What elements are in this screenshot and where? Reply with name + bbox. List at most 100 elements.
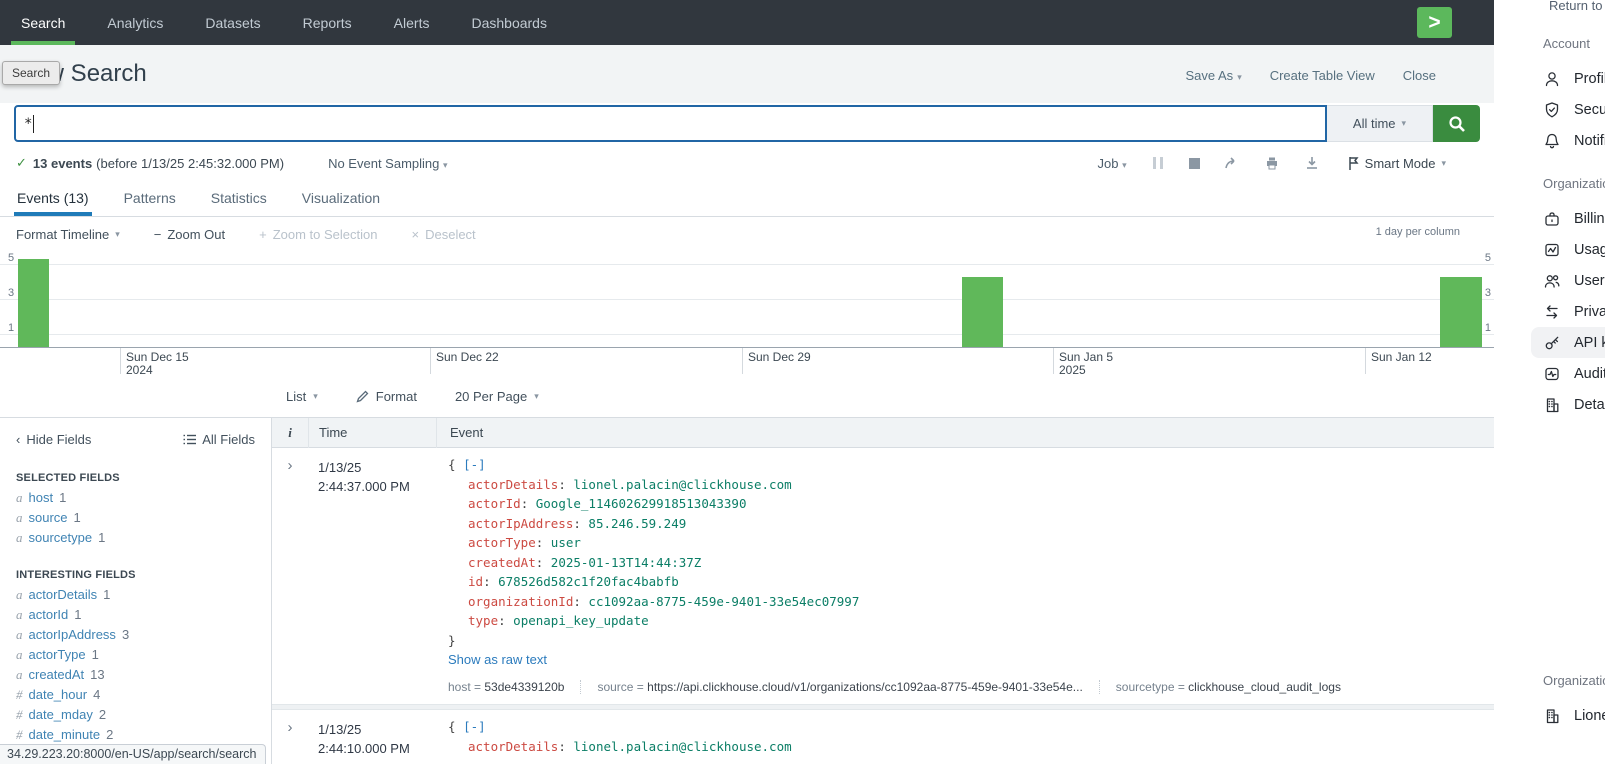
expand-chevron-icon[interactable]: › [272, 448, 308, 704]
format-results-button[interactable]: Format [356, 389, 417, 404]
sidebar-item-private-endpoints[interactable]: Private Endpoints [1543, 296, 1605, 327]
json-colon: : [483, 574, 498, 589]
search-query-input[interactable]: * [14, 105, 1327, 142]
audit-icon [1543, 365, 1561, 383]
event-time: 1/13/252:44:10.000 PM [308, 710, 435, 764]
export-icon[interactable] [1304, 155, 1320, 171]
events-histogram[interactable]: 113355 [0, 251, 1494, 348]
field-link-actorId[interactable]: actorId [29, 607, 69, 622]
stop-icon[interactable] [1189, 158, 1200, 169]
field-link-createdAt[interactable]: createdAt [29, 667, 85, 682]
search-submit-button[interactable] [1433, 105, 1480, 142]
json-key: actorDetails [468, 477, 558, 492]
sidebar-item-security[interactable]: Security [1543, 94, 1605, 125]
sidebar-section-organizations: OrganizationsLionel [1543, 673, 1605, 731]
deselect-button[interactable]: ×Deselect [412, 227, 476, 242]
event-date: 1/13/25 [318, 458, 435, 477]
tick-label: Sun Dec 22 [436, 351, 499, 364]
gridline [0, 299, 1494, 300]
field-link-date_minute[interactable]: date_minute [29, 727, 101, 742]
time-range-picker[interactable]: All time▾ [1327, 105, 1433, 142]
json-collapse-toggle[interactable]: [-] [463, 719, 486, 734]
field-row: aactorIpAddress3 [16, 628, 271, 641]
sidebar-item-notifications[interactable]: Notifications [1543, 125, 1605, 156]
search-mode-dropdown[interactable]: Smart Mode ▾ [1348, 156, 1446, 171]
sidebar-item-api-keys[interactable]: API keys [1531, 327, 1605, 358]
nav-item-search[interactable]: Search [0, 0, 86, 45]
tab-statistics[interactable]: Statistics [211, 179, 267, 216]
field-row: #date_minute2 [16, 728, 271, 741]
json-value: lionel.palacin@clickhouse.com [573, 477, 791, 492]
save-as-button[interactable]: Save As▾ [1185, 68, 1241, 83]
event-date: 1/13/25 [318, 720, 435, 739]
sidebar-item-audit[interactable]: Audit [1543, 358, 1605, 389]
field-link-date_hour[interactable]: date_hour [29, 687, 88, 702]
sidebar-item-users[interactable]: Users [1543, 265, 1605, 296]
field-link-sourcetype[interactable]: sourcetype [29, 530, 93, 545]
nav-item-analytics[interactable]: Analytics [86, 0, 184, 45]
show-raw-text-link[interactable]: Show as raw text [448, 652, 547, 667]
field-link-source[interactable]: source [29, 510, 68, 525]
pause-icon[interactable] [1151, 157, 1165, 169]
field-count: 1 [74, 510, 81, 525]
return-to-link[interactable]: Return to [1549, 0, 1602, 13]
json-key: type [468, 613, 498, 628]
zoom-out-button[interactable]: −Zoom Out [154, 227, 225, 242]
per-page-dropdown[interactable]: 20 Per Page▾ [455, 389, 539, 404]
share-icon[interactable] [1224, 155, 1240, 171]
field-link-host[interactable]: host [29, 490, 54, 505]
meta-field-value: 53de4339120b [484, 680, 564, 694]
json-value: 2025-01-13T14:44:37Z [551, 555, 702, 570]
list-view-dropdown[interactable]: List▾ [286, 389, 318, 404]
meta-source[interactable]: source = https://api.clickhouse.cloud/v1… [580, 680, 1098, 694]
histogram-bar[interactable] [18, 259, 49, 347]
close-button[interactable]: Close [1403, 68, 1436, 83]
events-table-header: i Time Event [272, 418, 1494, 448]
expand-chevron-icon[interactable]: › [272, 710, 308, 764]
histogram-bar[interactable] [1440, 277, 1482, 347]
sidebar-item-details[interactable]: Details [1543, 389, 1605, 420]
nav-item-datasets[interactable]: Datasets [184, 0, 281, 45]
tab-patterns[interactable]: Patterns [124, 179, 176, 216]
meta-sourcetype[interactable]: sourcetype = clickhouse_cloud_audit_logs [1099, 680, 1357, 694]
users-icon [1543, 272, 1561, 290]
field-row: aactorId1 [16, 608, 271, 621]
event-body: { [-]actorDetails: lionel.palacin@clickh… [435, 448, 1494, 704]
nav-item-alerts[interactable]: Alerts [373, 0, 451, 45]
tab-events-[interactable]: Events (13) [17, 179, 89, 216]
nav-item-reports[interactable]: Reports [282, 0, 373, 45]
tab-visualization[interactable]: Visualization [302, 179, 380, 216]
sidebar-item-lionel[interactable]: Lionel [1543, 700, 1605, 731]
create-table-view-button[interactable]: Create Table View [1270, 68, 1375, 83]
meta-host[interactable]: host = 53de4339120b [448, 680, 580, 694]
field-link-date_mday[interactable]: date_mday [29, 707, 93, 722]
histogram-bar[interactable] [962, 277, 1003, 347]
sidebar-item-profile[interactable]: Profile [1543, 63, 1605, 94]
field-link-actorIpAddress[interactable]: actorIpAddress [29, 627, 116, 642]
all-fields-button[interactable]: All Fields [183, 432, 255, 447]
json-key: actorType [468, 535, 536, 550]
splunk-logo-icon[interactable]: > [1417, 7, 1452, 38]
time-column-header: Time [309, 425, 436, 440]
job-dropdown[interactable]: Job ▾ [1098, 156, 1127, 171]
x-icon: × [412, 227, 420, 242]
zoom-to-selection-button[interactable]: +Zoom to Selection [259, 227, 377, 242]
json-colon: : [536, 555, 551, 570]
sidebar-item-billing[interactable]: Billing [1543, 203, 1605, 234]
field-link-actorType[interactable]: actorType [29, 647, 86, 662]
chevron-down-icon: ▾ [443, 160, 448, 170]
field-row: ahost1 [16, 491, 271, 504]
event-count-range: (before 1/13/25 2:45:32.000 PM) [96, 156, 284, 171]
json-line: createdAt: 2025-01-13T14:44:37Z [448, 553, 1494, 573]
format-timeline-dropdown[interactable]: Format Timeline▾ [16, 227, 120, 242]
print-icon[interactable] [1264, 155, 1280, 171]
hide-fields-button[interactable]: ‹Hide Fields [16, 432, 91, 447]
json-collapse-toggle[interactable]: [-] [463, 457, 486, 472]
event-sampling-dropdown[interactable]: No Event Sampling ▾ [328, 156, 447, 171]
field-link-actorDetails[interactable]: actorDetails [29, 587, 98, 602]
nav-item-dashboards[interactable]: Dashboards [450, 0, 568, 45]
json-value: Google_114602629918513043390 [536, 496, 747, 511]
sidebar-item-usage[interactable]: Usage [1543, 234, 1605, 265]
json-line: organizationId: cc1092aa-8775-459e-9401-… [448, 592, 1494, 612]
events-table: i Time Event ›1/13/252:44:37.000 PM{ [-]… [272, 418, 1494, 764]
